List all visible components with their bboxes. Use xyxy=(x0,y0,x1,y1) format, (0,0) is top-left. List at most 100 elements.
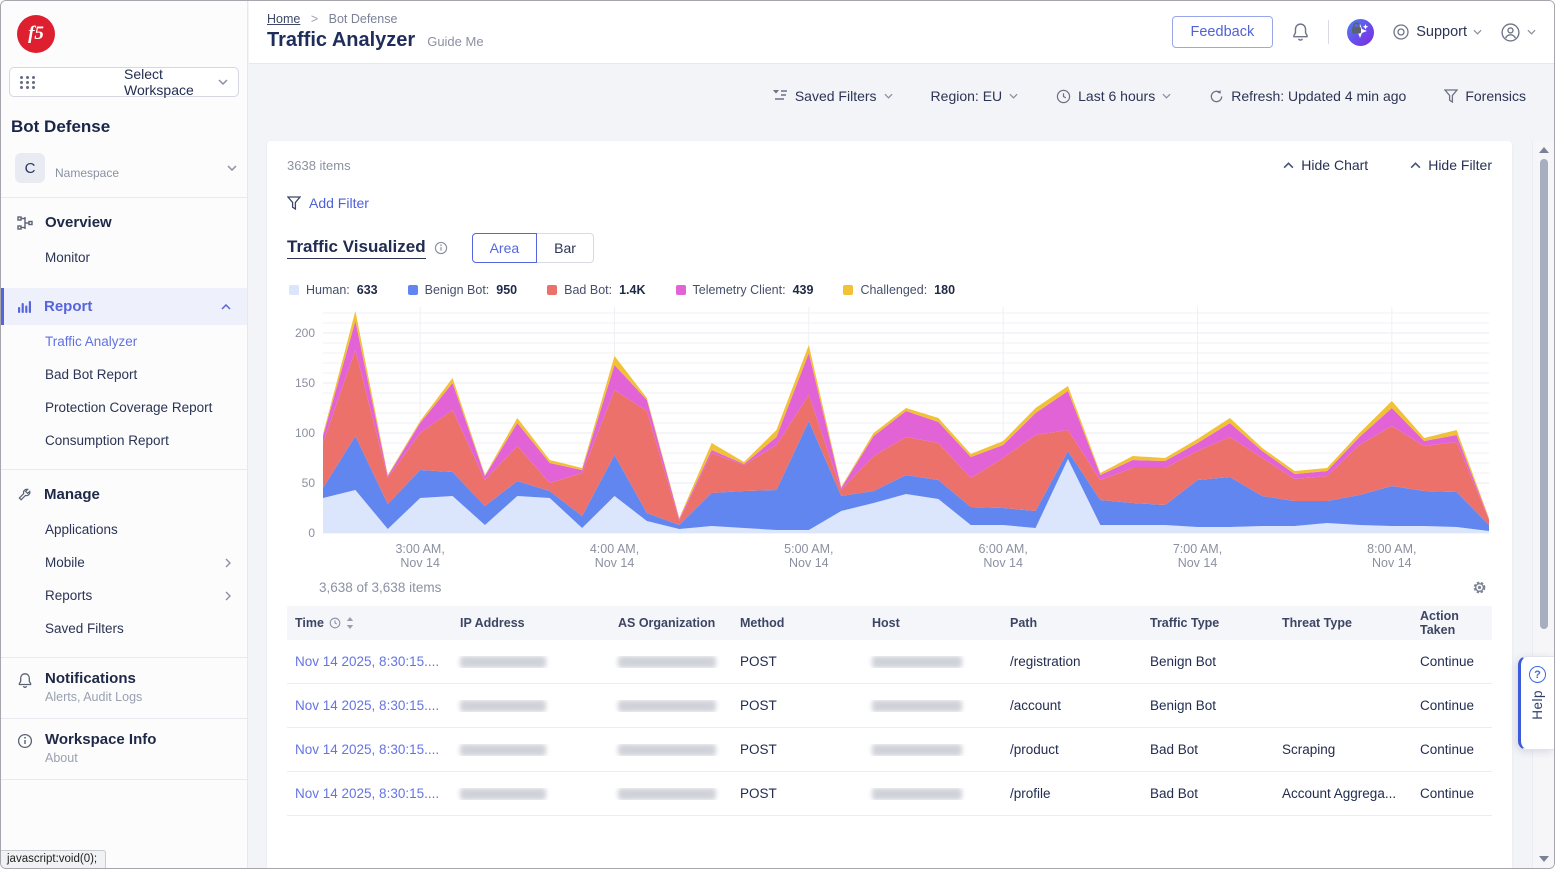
table-settings-gear-icon[interactable] xyxy=(1471,579,1488,596)
cell-host xyxy=(864,656,1002,668)
legend-item[interactable]: Telemetry Client:439 xyxy=(676,283,814,297)
cell-threat_type: Account Aggrega... xyxy=(1274,786,1412,801)
event-time-link[interactable]: Nov 14 2025, 8:30:15.... xyxy=(295,698,439,713)
chevron-right-icon xyxy=(225,558,231,568)
legend-swatch xyxy=(289,285,299,295)
column-label: Threat Type xyxy=(1282,616,1352,630)
sidebar-item-label: Notifications xyxy=(45,670,136,687)
help-tab[interactable]: ? Help xyxy=(1518,656,1554,750)
workspace-grid-icon xyxy=(20,76,114,89)
chart-legend: Human:633 Benign Bot:950 Bad Bot:1.4K Telem… xyxy=(289,283,1492,297)
namespace-selector[interactable]: C Namespace xyxy=(15,153,237,197)
event-time-link[interactable]: Nov 14 2025, 8:30:15.... xyxy=(295,786,439,801)
forensics-button[interactable]: Forensics xyxy=(1444,88,1526,104)
bar-view-button[interactable]: Bar xyxy=(536,233,594,263)
sidebar-item-label: Report xyxy=(44,298,221,315)
legend-item[interactable]: Benign Bot:950 xyxy=(408,283,518,297)
sidebar-item-subtitle: Alerts, Audit Logs xyxy=(45,690,142,704)
sidebar-item-label: Consumption Report xyxy=(45,433,169,448)
cell-traffic_type: Benign Bot xyxy=(1142,654,1274,669)
legend-item[interactable]: Bad Bot:1.4K xyxy=(547,283,645,297)
workspace-selector[interactable]: Select Workspace xyxy=(9,67,239,97)
cell-as_organization xyxy=(610,788,732,800)
scroll-up-arrow-icon[interactable] xyxy=(1539,147,1549,153)
table-row[interactable]: Nov 14 2025, 8:30:15....POST/profileBad … xyxy=(287,772,1492,816)
legend-swatch xyxy=(676,285,686,295)
region-dropdown[interactable]: Region: EU xyxy=(931,88,1019,104)
cell-path: /account xyxy=(1002,698,1142,713)
sidebar-item-saved-filters[interactable]: Saved Filters xyxy=(1,612,247,645)
events-table: TimeIP AddressAS OrganizationMethodHostP… xyxy=(287,606,1492,816)
traffic-area-chart[interactable]: 0501001502003:00 AM,Nov 144:00 AM,Nov 14… xyxy=(287,303,1496,569)
info-icon[interactable] xyxy=(434,241,448,255)
sidebar-item-protection-coverage-report[interactable]: Protection Coverage Report xyxy=(1,391,247,424)
saved-filters-label: Saved Filters xyxy=(795,88,877,104)
chart-title[interactable]: Traffic Visualized xyxy=(287,237,426,259)
page-scrollbar[interactable] xyxy=(1532,141,1554,868)
breadcrumb-home-link[interactable]: Home xyxy=(267,12,300,26)
cell-ip_address xyxy=(452,656,610,668)
sidebar-item-workspace-info[interactable]: Workspace InfoAbout xyxy=(1,719,247,779)
chevron-down-icon xyxy=(227,165,237,171)
sidebar-item-applications[interactable]: Applications xyxy=(1,513,247,546)
support-menu[interactable]: Support xyxy=(1392,23,1482,41)
f5-logo[interactable]: f5 xyxy=(17,15,55,53)
sidebar-item-label: Reports xyxy=(45,588,92,603)
sidebar: f5 Select Workspace Bot Defense C Namesp… xyxy=(1,1,248,868)
svg-text:Nov 14: Nov 14 xyxy=(1178,556,1218,569)
event-time-link[interactable]: Nov 14 2025, 8:30:15.... xyxy=(295,654,439,669)
feedback-button[interactable]: Feedback xyxy=(1172,16,1274,48)
sort-arrows-icon[interactable] xyxy=(346,617,354,629)
refresh-button[interactable]: Refresh: Updated 4 min ago xyxy=(1209,88,1406,104)
redacted-as_organization-blob xyxy=(618,788,716,800)
saved-filters-dropdown[interactable]: Saved Filters xyxy=(773,88,893,104)
cell-as_organization xyxy=(610,656,732,668)
legend-label: Challenged: xyxy=(860,283,927,297)
cell-ip_address xyxy=(452,744,610,756)
cell-time: Nov 14 2025, 8:30:15.... xyxy=(287,786,452,801)
table-row[interactable]: Nov 14 2025, 8:30:15....POST/accountBeni… xyxy=(287,684,1492,728)
column-label: AS Organization xyxy=(618,616,715,630)
sidebar-item-monitor[interactable]: Monitor xyxy=(1,241,247,274)
breadcrumb-current: Bot Defense xyxy=(329,12,398,26)
chevron-down-icon xyxy=(1009,93,1018,99)
sidebar-item-manage[interactable]: Manage xyxy=(1,476,247,513)
refresh-icon xyxy=(1209,89,1224,104)
guide-me-link[interactable]: Guide Me xyxy=(427,34,483,49)
redacted-ip_address-blob xyxy=(460,744,546,756)
svg-text:4:00 AM,: 4:00 AM, xyxy=(590,542,639,556)
legend-item[interactable]: Human:633 xyxy=(289,283,378,297)
sidebar-item-notifications[interactable]: Notifications Alerts, Audit Logs xyxy=(1,658,247,718)
area-view-button[interactable]: Area xyxy=(472,233,538,263)
legend-item[interactable]: Challenged:180 xyxy=(843,283,955,297)
sidebar-item-report[interactable]: Report xyxy=(1,288,247,325)
account-menu[interactable] xyxy=(1500,22,1536,43)
scroll-down-arrow-icon[interactable] xyxy=(1539,856,1549,862)
page-title: Traffic Analyzer xyxy=(267,29,415,52)
hide-chart-button[interactable]: Hide Chart xyxy=(1283,157,1368,173)
hide-filter-button[interactable]: Hide Filter xyxy=(1410,157,1492,173)
sidebar-item-reports[interactable]: Reports xyxy=(1,579,247,612)
scrollbar-thumb[interactable] xyxy=(1540,159,1548,629)
top-header: Home > Bot Defense Traffic Analyzer Guid… xyxy=(249,1,1554,64)
time-info-icon[interactable] xyxy=(329,617,341,629)
time-range-dropdown[interactable]: Last 6 hours xyxy=(1056,88,1171,104)
region-label: Region: EU xyxy=(931,88,1003,104)
ai-assistant-button[interactable] xyxy=(1347,19,1374,46)
redacted-host-blob xyxy=(872,788,962,800)
chart-view-toggle: Area Bar xyxy=(472,233,594,263)
sidebar-item-mobile[interactable]: Mobile xyxy=(1,546,247,579)
notifications-bell-button[interactable] xyxy=(1291,22,1310,42)
table-row[interactable]: Nov 14 2025, 8:30:15....POST/registratio… xyxy=(287,640,1492,684)
table-row[interactable]: Nov 14 2025, 8:30:15....POST/productBad … xyxy=(287,728,1492,772)
sidebar-item-overview[interactable]: Overview xyxy=(1,204,247,241)
chevron-up-icon xyxy=(1283,162,1294,169)
event-time-link[interactable]: Nov 14 2025, 8:30:15.... xyxy=(295,742,439,757)
column-header-method: Method xyxy=(732,616,864,630)
sidebar-item-consumption-report[interactable]: Consumption Report xyxy=(1,424,247,457)
column-header-time[interactable]: Time xyxy=(287,616,452,630)
sidebar-item-traffic-analyzer[interactable]: Traffic Analyzer xyxy=(1,325,247,358)
column-header-host: Host xyxy=(864,616,1002,630)
sidebar-item-bad-bot-report[interactable]: Bad Bot Report xyxy=(1,358,247,391)
add-filter-button[interactable]: Add Filter xyxy=(287,195,369,211)
